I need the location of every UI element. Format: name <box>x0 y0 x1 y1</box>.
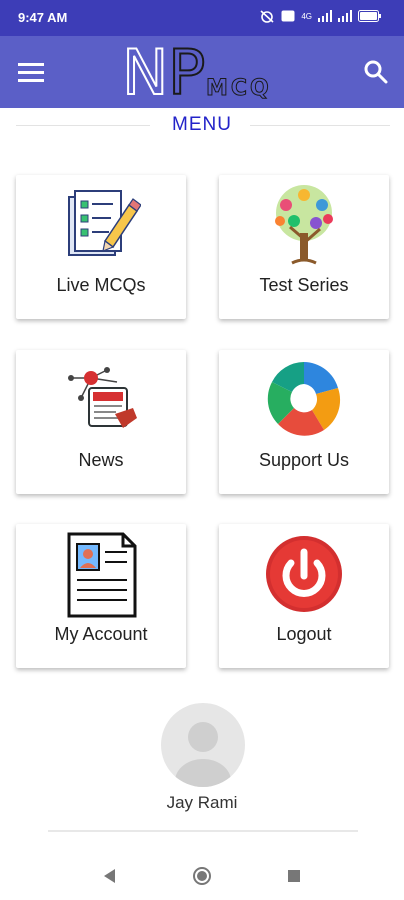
alphabet-tree-icon <box>275 185 333 265</box>
hamburger-icon[interactable] <box>16 58 46 86</box>
menu-card-test-series[interactable]: Test Series <box>219 175 389 319</box>
vo-wifi-icon <box>281 10 295 22</box>
signal-icon <box>318 10 332 22</box>
checklist-pencil-icon <box>68 190 141 256</box>
menu-card-label: Live MCQs <box>56 275 146 295</box>
menu-card-news[interactable]: News <box>16 350 186 494</box>
app-bar: N P MCQ <box>0 35 404 110</box>
profile-document-icon <box>67 532 137 618</box>
power-button-icon <box>266 536 342 612</box>
back-icon[interactable] <box>100 866 120 886</box>
logo-letter-n: N <box>121 35 169 110</box>
default-avatar-icon <box>175 722 231 787</box>
menu-card-support-us[interactable]: Support Us <box>219 350 389 494</box>
status-icons: 4G <box>259 9 382 23</box>
menu-card-label: My Account <box>54 624 148 644</box>
menu-card-logout[interactable]: Logout <box>219 524 389 668</box>
divider <box>48 830 358 832</box>
menu-heading: MENU <box>0 113 404 139</box>
battery-icon <box>358 10 381 22</box>
menu-card-live-mcqs[interactable]: Live MCQs <box>16 175 186 319</box>
alarm-icon <box>260 10 274 23</box>
menu-card-label: Support Us <box>258 450 350 470</box>
network-type: 4G <box>301 11 312 21</box>
menu-card-label: News <box>78 450 124 470</box>
status-time: 9:47 AM <box>18 10 68 25</box>
recents-icon[interactable] <box>284 866 304 886</box>
user-name: Jay Rami <box>166 793 238 812</box>
logo-mcq-text: MCQ <box>206 76 272 102</box>
helping-hands-icon <box>267 362 341 436</box>
app-logo: N P MCQ <box>121 35 282 110</box>
menu-card-label: Test Series <box>259 275 349 295</box>
system-nav-bar <box>0 852 404 900</box>
avatar[interactable] <box>161 703 245 787</box>
home-icon[interactable] <box>192 866 212 886</box>
menu-card-my-account[interactable]: My Account <box>16 524 186 668</box>
menu-card-label: Logout <box>276 624 332 644</box>
news-network-icon <box>68 367 137 428</box>
status-bar: 9:47 AM 4G <box>0 0 404 36</box>
menu-heading-label: MENU <box>172 114 232 135</box>
logo-letter-p: P <box>167 35 206 110</box>
signal-icon-2 <box>338 10 352 22</box>
search-icon[interactable] <box>362 58 390 86</box>
